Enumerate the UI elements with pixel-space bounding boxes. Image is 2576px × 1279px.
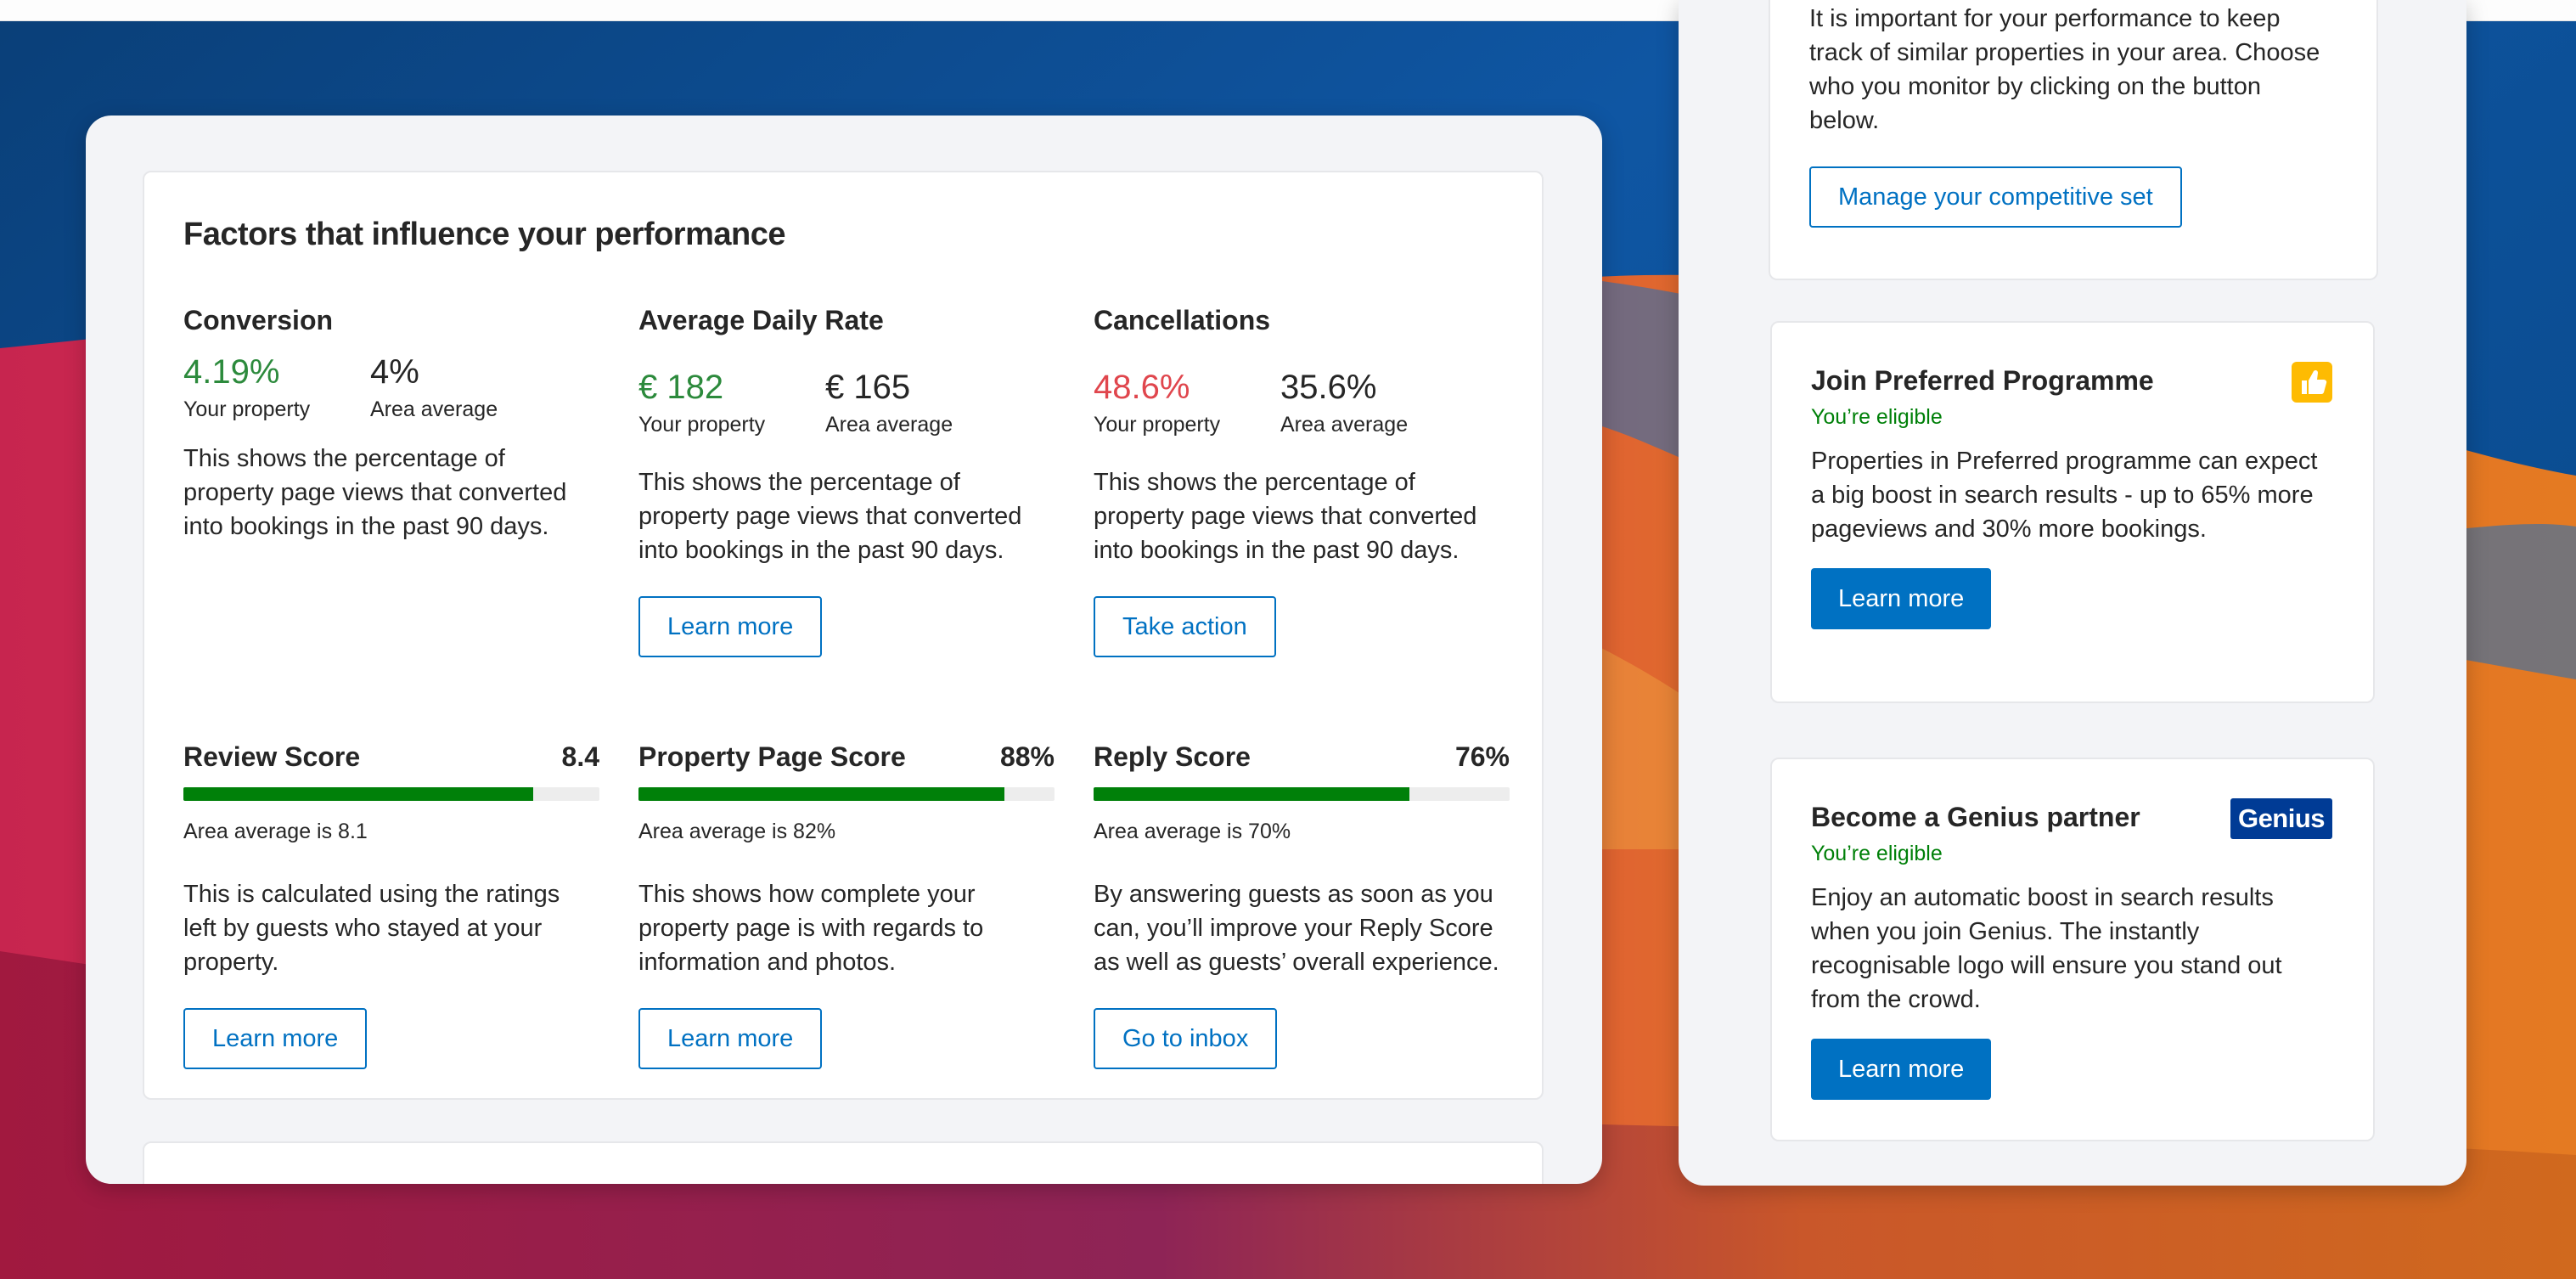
manage-competitive-set-button[interactable]: Manage your competitive set [1809,166,2182,228]
metric-title: Cancellations [1094,305,1271,335]
performance-window: Factors that influence your performance … [86,116,1602,1184]
genius-description: Enjoy an automatic boost in search resul… [1811,884,2282,1013]
score-area-average: Area average is 8.1 [183,820,368,843]
your-property-label: Your property [638,413,766,437]
preferred-title: Join Preferred Programme [1811,365,2154,396]
score-reply: Reply Score 76% Area average is 70% By a… [1094,741,1510,1069]
factors-card: Factors that influence your performance … [143,171,1544,1100]
learn-more-button[interactable]: Learn more [638,596,823,657]
metric-description: This shows the percentage of property pa… [1094,469,1477,564]
score-description: This shows how complete your property pa… [638,881,984,976]
area-average-value: € 165 [825,369,911,406]
score-value: 88% [999,741,1055,772]
take-action-button[interactable]: Take action [1094,596,1276,657]
metric-cancellations: Cancellations 48.6% Your property 35.6% … [1094,305,1510,657]
preferred-programme-card: Join Preferred Programme You’re eligible… [1770,321,2375,703]
score-area-average: Area average is 70% [1094,820,1291,843]
area-average-value: 35.6% [1280,369,1377,406]
thumbs-up-icon [2292,362,2332,403]
score-value: 8.4 [561,741,599,772]
competitive-set-card: It is important for your performance to … [1769,0,2378,280]
genius-logo: Genius [2230,798,2332,839]
your-property-value: 48.6% [1094,369,1190,406]
metric-conversion: Conversion 4.19% Your property 4% Area a… [183,305,599,544]
score-title: Review Score [183,741,361,772]
score-description: This is calculated using the ratings lef… [183,881,560,976]
score-progress-bar [1094,787,1510,801]
genius-partner-card: Become a Genius partner You’re eligible … [1770,758,2375,1141]
sidebar-window: It is important for your performance to … [1679,0,2466,1186]
preferred-learn-more-button[interactable]: Learn more [1811,568,1992,629]
competitive-set-text: It is important for your performance to … [1809,5,2320,134]
score-description: By answering guests as soon as you can, … [1094,881,1499,976]
score-area-average: Area average is 82% [638,820,836,843]
score-value: 76% [1454,741,1510,772]
your-property-value: € 182 [638,369,724,406]
genius-learn-more-button[interactable]: Learn more [1811,1039,1992,1100]
next-card-partial [143,1141,1544,1184]
metric-description: This shows the percentage of property pa… [183,445,567,540]
score-progress-fill [183,787,533,801]
your-property-label: Your property [1094,413,1221,437]
score-title: Reply Score [1094,741,1251,772]
your-property-value: 4.19% [183,353,280,391]
preferred-eligibility: You’re eligible [1811,405,1943,429]
area-average-label: Area average [825,413,953,437]
metric-title: Conversion [183,305,334,335]
area-average-label: Area average [1280,413,1409,437]
area-average-label: Area average [370,397,498,421]
genius-eligibility: You’re eligible [1811,842,1943,865]
learn-more-button[interactable]: Learn more [183,1008,368,1069]
learn-more-button[interactable]: Learn more [638,1008,823,1069]
score-title: Property Page Score [638,741,906,772]
metric-average-daily-rate: Average Daily Rate € 182 Your property €… [638,305,1055,657]
score-property-page: Property Page Score 88% Area average is … [638,741,1055,1069]
area-average-value: 4% [370,353,419,391]
metric-title: Average Daily Rate [638,305,884,335]
score-progress-fill [638,787,1005,801]
metric-description: This shows the percentage of property pa… [638,469,1022,564]
score-progress-bar [638,787,1055,801]
score-progress-fill [1094,787,1410,801]
your-property-label: Your property [183,397,311,421]
score-progress-bar [183,787,599,801]
preferred-description: Properties in Preferred programme can ex… [1811,448,2318,543]
factors-title: Factors that influence your performance [183,217,786,252]
score-review: Review Score 8.4 Area average is 8.1 Thi… [183,741,599,1069]
go-to-inbox-button[interactable]: Go to inbox [1094,1008,1278,1069]
